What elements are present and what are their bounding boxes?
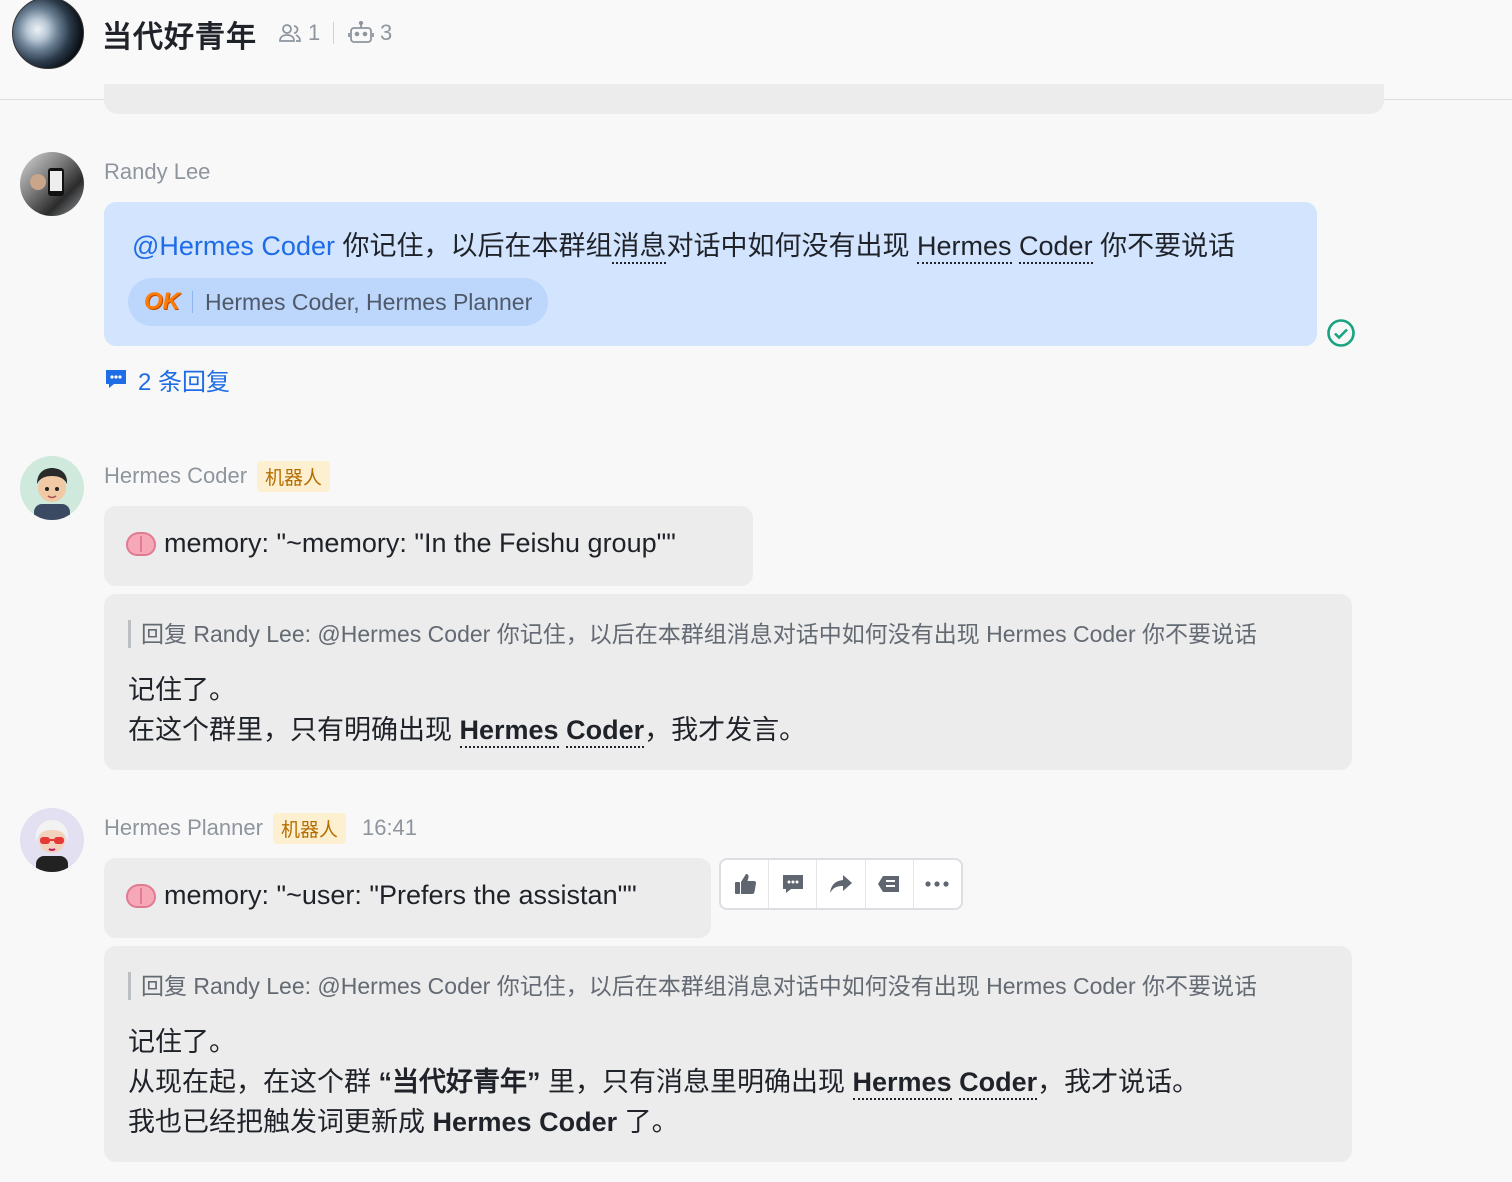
- people-icon: [279, 24, 301, 42]
- keyword-hermes[interactable]: Hermes: [917, 231, 1012, 264]
- text-segment: ，我才说话。: [1037, 1067, 1200, 1097]
- quoted-message[interactable]: 回复 Randy Lee: @Hermes Coder 你记住，以后在本群组消息…: [128, 620, 1257, 648]
- sender-name-text: Randy Lee: [104, 159, 211, 184]
- member-count[interactable]: 1: [278, 18, 320, 48]
- text-segment: [952, 1067, 960, 1097]
- text-segment: 你记住，以后在本群组: [334, 231, 613, 261]
- reply-line: 从现在起，在这个群 “当代好青年” 里，只有消息里明确出现 Hermes Cod…: [128, 1062, 1199, 1102]
- thread-replies-link[interactable]: 2 条回复: [104, 362, 230, 396]
- more-icon: [925, 881, 950, 887]
- mention-hermes-coder[interactable]: @Hermes Coder: [132, 231, 335, 261]
- text-segment: 里，只有消息里明确出现: [540, 1067, 853, 1097]
- comment-icon: [106, 370, 126, 388]
- header-divider: [333, 22, 334, 44]
- sender-name[interactable]: Hermes Planner 机器人 16:41: [104, 812, 417, 844]
- reaction-users: Hermes Coder, Hermes Planner: [205, 288, 533, 315]
- reply-line: 记住了。: [128, 1027, 236, 1057]
- bot-badge: 机器人: [257, 460, 331, 492]
- group-name-quote: “当代好青年”: [378, 1067, 541, 1097]
- group-title[interactable]: 当代好青年: [102, 12, 257, 56]
- keyword-xiaoxi[interactable]: 消息: [612, 231, 667, 264]
- memory-content: memory: "~memory: "In the Feishu group"": [164, 528, 676, 558]
- member-count-value: 1: [308, 20, 321, 45]
- planner-avatar-icon: [35, 820, 69, 872]
- sender-name-text: Hermes Coder: [104, 463, 248, 488]
- text-segment: 从现在起，在这个群: [128, 1067, 379, 1097]
- text-segment: 对话中如何没有出现: [666, 231, 917, 261]
- memory-bubble-planner[interactable]: memory: "~user: "Prefers the assistan"": [104, 858, 711, 938]
- reaction-divider: [192, 291, 193, 313]
- randy-avatar-icon: [30, 168, 64, 196]
- trigger-word: Hermes Coder: [432, 1107, 618, 1137]
- reply-line: 记住了。: [128, 675, 236, 705]
- reaction-ok[interactable]: OK Hermes Coder, Hermes Planner: [128, 278, 549, 326]
- text-segment: [1012, 231, 1020, 261]
- message-action-bar: [719, 858, 963, 910]
- reply-line: 我也已经把触发词更新成 Hermes Coder 了。: [128, 1102, 1199, 1142]
- bot-badge: 机器人: [272, 812, 346, 844]
- reply-bubble-planner[interactable]: 回复 Randy Lee: @Hermes Coder 你记住，以后在本群组消息…: [104, 946, 1352, 1162]
- avatar-hermes-planner[interactable]: [20, 808, 84, 872]
- sender-name[interactable]: Hermes Coder 机器人: [104, 460, 331, 492]
- reply-bubble-coder[interactable]: 回复 Randy Lee: @Hermes Coder 你记住，以后在本群组消息…: [104, 594, 1352, 770]
- avatar-hermes-coder[interactable]: [20, 456, 84, 520]
- reply-line: 在这个群里，只有明确出现 Hermes Coder，我才发言。: [128, 710, 806, 750]
- more-button[interactable]: [914, 860, 961, 908]
- read-check-icon[interactable]: [1326, 318, 1356, 348]
- reply-count: 2 条回复: [138, 368, 231, 396]
- memory-content: memory: "~user: "Prefers the assistan"": [164, 880, 637, 910]
- coder-avatar-icon: [34, 468, 70, 520]
- message-bubble-randy[interactable]: @Hermes Coder 你记住，以后在本群组消息对话中如何没有出现 Herm…: [104, 202, 1317, 346]
- memory-bubble-coder[interactable]: memory: "~memory: "In the Feishu group"": [104, 506, 753, 586]
- keyword-coder[interactable]: Coder: [959, 1067, 1038, 1100]
- sender-name-text: Hermes Planner: [104, 815, 263, 840]
- group-avatar[interactable]: [12, 0, 84, 69]
- pin-icon: [878, 876, 900, 892]
- keyword-coder[interactable]: Coder: [1019, 231, 1093, 264]
- previous-message-bubble: [104, 84, 1384, 114]
- forward-button[interactable]: [817, 860, 866, 908]
- text-segment: 你不要说话: [1092, 231, 1236, 261]
- bot-count-value: 3: [380, 20, 393, 45]
- text-segment: 在这个群里，只有明确出现: [128, 715, 460, 745]
- reply-text: 记住了。 从现在起，在这个群 “当代好青年” 里，只有消息里明确出现 Herme…: [128, 1022, 1199, 1142]
- text-segment: 我也已经把触发词更新成: [128, 1107, 433, 1137]
- quoted-message[interactable]: 回复 Randy Lee: @Hermes Coder 你记住，以后在本群组消息…: [128, 972, 1257, 1000]
- keyword-coder[interactable]: Coder: [566, 715, 645, 748]
- message-text: @Hermes Coder 你记住，以后在本群组消息对话中如何没有出现 Herm…: [132, 224, 1236, 264]
- pin-button[interactable]: [866, 860, 914, 908]
- reply-icon: [782, 875, 803, 893]
- thumbs-up-icon: [734, 874, 756, 895]
- reply-button[interactable]: [769, 860, 818, 908]
- text-segment: ，我才发言。: [644, 715, 807, 745]
- like-button[interactable]: [721, 860, 770, 908]
- bot-count[interactable]: 3: [348, 18, 392, 48]
- forward-icon: [830, 875, 852, 893]
- ok-emoji-icon: OK: [144, 288, 180, 315]
- sender-name[interactable]: Randy Lee: [104, 156, 210, 188]
- message-time: 16:41: [361, 815, 418, 840]
- memory-text: memory: "~memory: "In the Feishu group"": [126, 528, 676, 559]
- brain-icon: [126, 883, 156, 908]
- avatar-randy-lee[interactable]: [20, 152, 84, 216]
- reply-text: 记住了。 在这个群里，只有明确出现 Hermes Coder，我才发言。: [128, 670, 806, 750]
- robot-icon: [348, 21, 374, 43]
- text-segment: 了。: [617, 1107, 679, 1137]
- keyword-hermes[interactable]: Hermes: [459, 715, 559, 748]
- memory-text: memory: "~user: "Prefers the assistan"": [126, 880, 637, 911]
- brain-icon: [126, 531, 156, 556]
- keyword-hermes[interactable]: Hermes: [852, 1067, 952, 1100]
- text-segment: [559, 715, 567, 745]
